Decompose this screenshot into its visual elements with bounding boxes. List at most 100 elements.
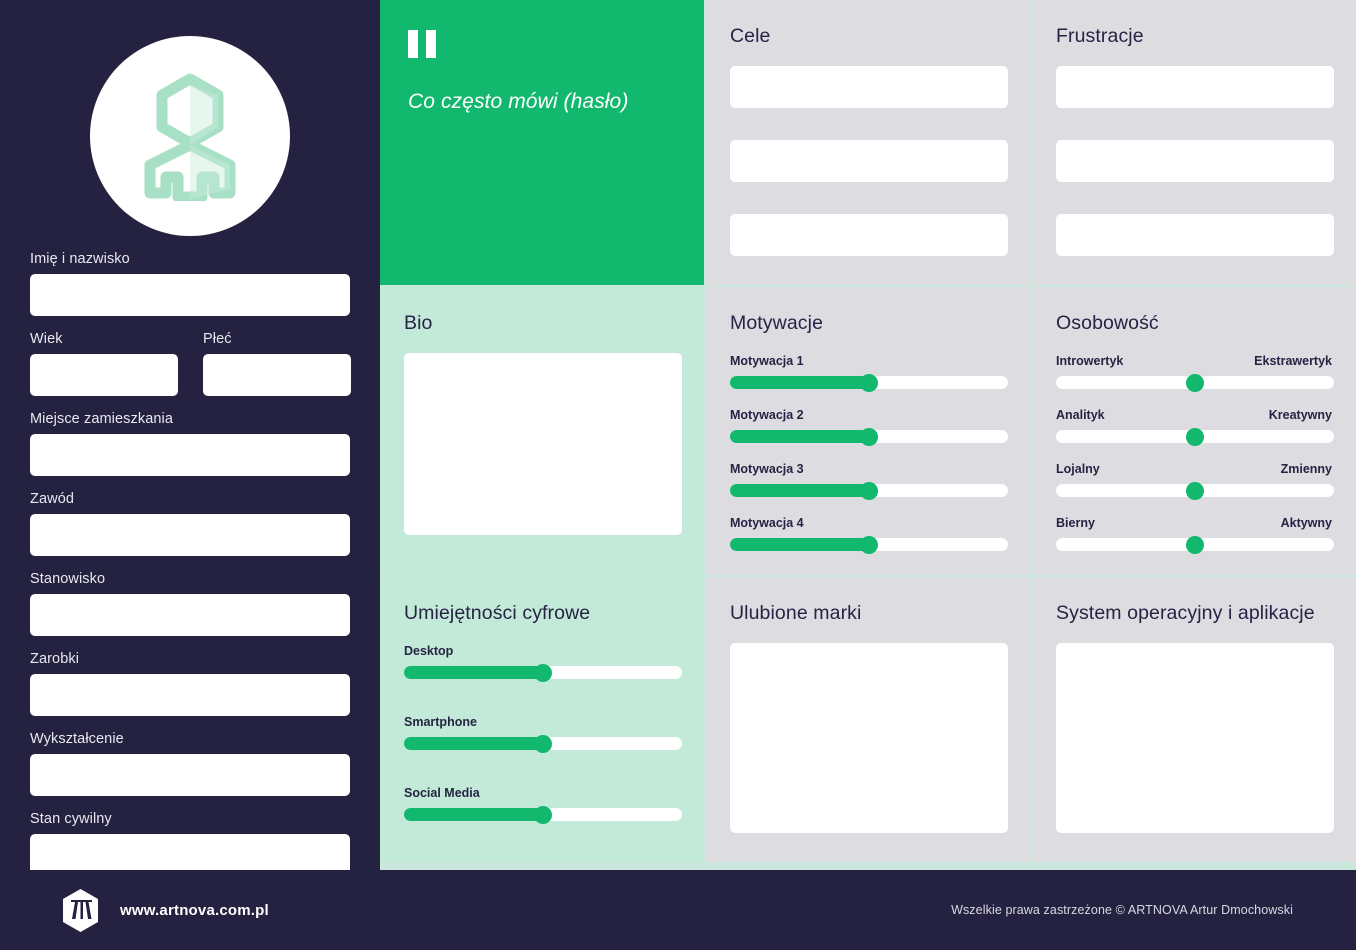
field-label: Wykształcenie: [30, 731, 124, 747]
input-wiek[interactable]: [30, 354, 178, 396]
digital-skills-panel: Umiejętności cyfrowe Desktop Smartphone …: [380, 577, 704, 862]
brands-title: Ulubione marki: [730, 602, 862, 624]
bio-title: Bio: [404, 312, 433, 334]
slider-label-left: Lojalny: [1056, 462, 1100, 476]
field-label: Imię i nazwisko: [30, 251, 130, 267]
personality-title: Osobowość: [1056, 312, 1159, 334]
personality-slider-2[interactable]: Analityk Kreatywny: [1056, 407, 1334, 446]
motivation-slider-2[interactable]: Motywacja 2: [730, 407, 1008, 446]
input-miejsce-zamieszkania[interactable]: [30, 434, 350, 476]
slider-label: Motywacja 2: [730, 408, 804, 422]
slider-label-pair: Analityk Kreatywny: [1056, 407, 1332, 423]
goals-item-2[interactable]: [730, 140, 1008, 182]
slider-knob[interactable]: [860, 535, 878, 554]
slider-track[interactable]: [1056, 535, 1334, 554]
frustrations-item-3[interactable]: [1056, 214, 1334, 256]
slider-fill: [730, 538, 869, 551]
footer-url[interactable]: www.artnova.com.pl: [120, 902, 269, 919]
field-label: Stanowisko: [30, 571, 106, 587]
motivation-slider-4[interactable]: Motywacja 4: [730, 515, 1008, 554]
slider-track[interactable]: [730, 535, 1008, 554]
slider-label: Desktop: [404, 644, 454, 658]
input-plec[interactable]: [203, 354, 351, 396]
input-zarobki[interactable]: [30, 674, 350, 716]
field-label: Stan cywilny: [30, 811, 112, 827]
goals-panel: Cele: [706, 0, 1030, 285]
slider-label-pair: Lojalny Zmienny: [1056, 461, 1332, 477]
slider-label-pair: Bierny Aktywny: [1056, 515, 1332, 531]
field-plec: Płeć: [203, 330, 351, 396]
digital-skill-slider-desktop[interactable]: Desktop: [404, 643, 682, 682]
slider-track[interactable]: [404, 734, 682, 753]
artnova-hexagon-logo-icon: [63, 888, 98, 932]
slider-knob[interactable]: [860, 373, 878, 392]
slider-knob[interactable]: [1186, 373, 1204, 392]
field-label: Miejsce zamieszkania: [30, 411, 174, 427]
digital-skills-title: Umiejętności cyfrowe: [404, 602, 591, 624]
slider-track[interactable]: [730, 373, 1008, 392]
slider-track[interactable]: [1056, 373, 1334, 392]
field-zawod: Zawód: [30, 490, 350, 556]
profile-sidebar: Imię i nazwisko Wiek Płeć Miejsce zamies…: [0, 0, 380, 876]
slider-track[interactable]: [404, 805, 682, 824]
quote-mark-icon: [408, 30, 704, 58]
field-wiek: Wiek: [30, 330, 178, 396]
frustrations-title: Frustracje: [1056, 25, 1144, 47]
os-apps-title: System operacyjny i aplikacje: [1056, 602, 1315, 624]
person-hexagon-icon: [144, 73, 236, 201]
slider-knob[interactable]: [1186, 535, 1204, 554]
slider-label-left: Bierny: [1056, 516, 1095, 530]
slider-track[interactable]: [404, 663, 682, 682]
input-wyksztalcenie[interactable]: [30, 754, 350, 796]
field-stanowisko: Stanowisko: [30, 570, 350, 636]
slider-label-left: Introwertyk: [1056, 354, 1124, 368]
personality-slider-4[interactable]: Bierny Aktywny: [1056, 515, 1334, 554]
slider-track[interactable]: [730, 481, 1008, 500]
goals-item-3[interactable]: [730, 214, 1008, 256]
brands-textarea[interactable]: [730, 643, 1008, 833]
slider-knob[interactable]: [1186, 427, 1204, 446]
quote-bar-right: [426, 30, 436, 58]
slider-track[interactable]: [1056, 427, 1334, 446]
personality-panel: Osobowość Introwertyk Ekstrawertyk Anali…: [1032, 287, 1356, 575]
personality-slider-3[interactable]: Lojalny Zmienny: [1056, 461, 1334, 500]
slider-label-left: Analityk: [1056, 408, 1105, 422]
slider-label-right: Zmienny: [1280, 462, 1332, 476]
slider-track[interactable]: [730, 427, 1008, 446]
slider-knob[interactable]: [534, 734, 552, 753]
motivation-slider-3[interactable]: Motywacja 3: [730, 461, 1008, 500]
page-footer: www.artnova.com.pl Wszelkie prawa zastrz…: [0, 870, 1356, 950]
slider-knob[interactable]: [534, 663, 552, 682]
digital-skill-slider-social-media[interactable]: Social Media: [404, 785, 682, 824]
frustrations-item-2[interactable]: [1056, 140, 1334, 182]
personality-slider-1[interactable]: Introwertyk Ekstrawertyk: [1056, 353, 1334, 392]
field-label: Wiek: [30, 331, 63, 347]
slider-fill: [730, 376, 869, 389]
os-apps-textarea[interactable]: [1056, 643, 1334, 833]
input-stanowisko[interactable]: [30, 594, 350, 636]
frustrations-item-1[interactable]: [1056, 66, 1334, 108]
digital-skill-slider-smartphone[interactable]: Smartphone: [404, 714, 682, 753]
input-zawod[interactable]: [30, 514, 350, 556]
footer-copyright: Wszelkie prawa zastrzeżone © ARTNOVA Art…: [951, 903, 1293, 917]
slider-label-right: Ekstrawertyk: [1254, 354, 1332, 368]
avatar: [90, 36, 290, 236]
bio-textarea[interactable]: [404, 353, 682, 535]
quote-text: Co często mówi (hasło): [408, 90, 629, 113]
slider-knob[interactable]: [860, 427, 878, 446]
frustrations-panel: Frustracje: [1032, 0, 1356, 285]
field-label: Płeć: [203, 331, 232, 347]
field-label: Zarobki: [30, 651, 80, 667]
slider-knob[interactable]: [534, 805, 552, 824]
slider-label: Motywacja 3: [730, 462, 804, 476]
slider-knob[interactable]: [860, 481, 878, 500]
goals-title: Cele: [730, 25, 771, 47]
input-imie-i-nazwisko[interactable]: [30, 274, 350, 316]
slider-fill: [404, 737, 543, 750]
motivation-slider-1[interactable]: Motywacja 1: [730, 353, 1008, 392]
slider-fill: [404, 808, 543, 821]
goals-item-1[interactable]: [730, 66, 1008, 108]
slider-track[interactable]: [1056, 481, 1334, 500]
slider-label-pair: Introwertyk Ekstrawertyk: [1056, 353, 1332, 369]
slider-knob[interactable]: [1186, 481, 1204, 500]
